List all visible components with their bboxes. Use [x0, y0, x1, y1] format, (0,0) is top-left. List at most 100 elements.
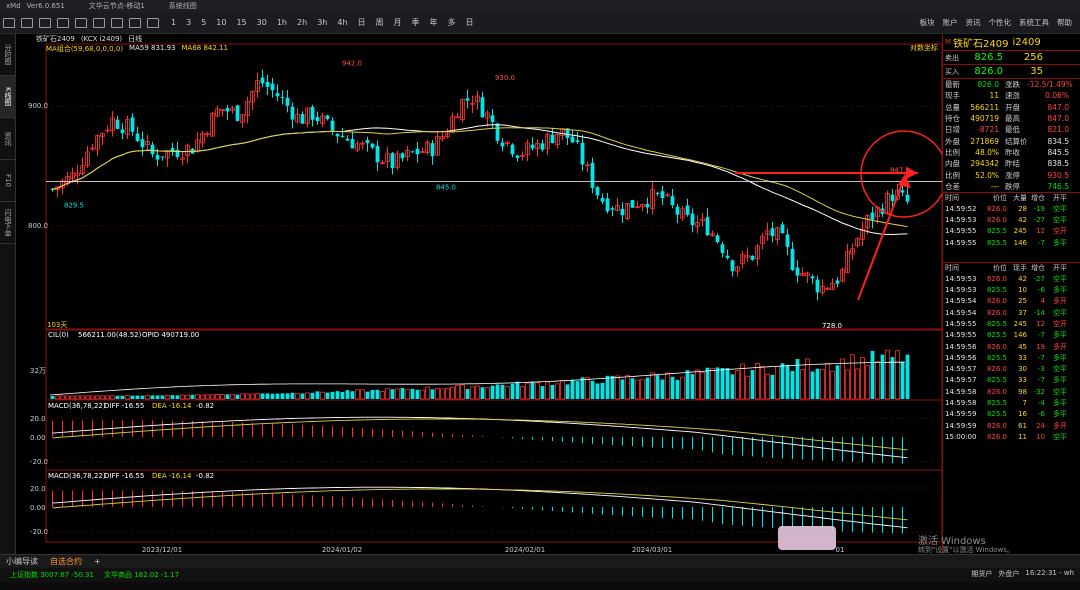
volume-bar	[670, 376, 675, 399]
tick-cell: 16	[1018, 410, 1027, 419]
candle	[140, 139, 145, 148]
tick-cell: 14:59:55	[945, 227, 977, 236]
date-axis-label: 01	[836, 546, 845, 554]
tick-row: 14:59:56 826.0 45 19 多开	[943, 341, 1080, 352]
bid-row[interactable]: 买入 826.0 35	[943, 64, 1080, 78]
candle	[275, 93, 280, 97]
candle	[570, 136, 575, 143]
tab-watchlist[interactable]: 自选合约	[44, 556, 88, 567]
volume-bar	[635, 379, 640, 400]
candle	[645, 204, 650, 208]
tick-cell: 826.0	[986, 387, 1007, 396]
status-bar: 上证指数 3007.87 -50.31 文华商品 182.02 -1.17	[0, 568, 1080, 582]
date-axis-label: 2023/12/01	[142, 546, 182, 554]
volume-bar	[355, 389, 360, 400]
candle	[285, 97, 290, 106]
index-wenhua: 文华商品 182.02 -1.17	[103, 571, 180, 579]
tick-cell: 42	[1018, 215, 1027, 224]
ask-row[interactable]: 卖出 826.5 256	[943, 50, 1080, 64]
volume-bar	[865, 364, 870, 400]
stat-value: 566211	[970, 102, 999, 112]
quote-panel: M 铁矿石2409 i2409 卖出 826.5 256 买入 826.0 35…	[942, 34, 1080, 554]
tick-cell: 14:59:53	[945, 286, 977, 295]
volume-bar	[235, 394, 240, 399]
volume-bar	[580, 377, 585, 399]
tick-cell: 14:59:55	[945, 331, 977, 340]
volume-bar	[690, 374, 695, 399]
volume-bar	[885, 350, 890, 400]
volume-bar	[555, 383, 560, 400]
volume-bar	[720, 367, 725, 399]
candle	[795, 267, 800, 276]
tick-cell: 10	[1018, 286, 1027, 295]
volume-bar	[205, 394, 210, 400]
tick-row: 14:59:55 825.5 245 12 空开	[943, 318, 1080, 329]
futures-account-button[interactable]: 期货户	[971, 569, 992, 579]
clock: 16:22:31 - wh	[1025, 569, 1074, 577]
tick-col-header: 时间	[945, 193, 959, 202]
volume-bar	[880, 354, 885, 399]
candle	[780, 224, 785, 234]
tick-cell: 12	[1036, 319, 1045, 328]
stat-label: 内盘	[945, 159, 960, 169]
volume-bar	[465, 388, 470, 399]
tick-cell: 826.0	[986, 204, 1007, 213]
volume-bar	[135, 395, 140, 399]
candle	[315, 117, 320, 122]
volume-bar	[595, 383, 600, 399]
volume-bar	[100, 395, 105, 400]
macd-axis-label: 20.0	[30, 415, 46, 423]
candle	[130, 117, 135, 132]
tick-cell: 826.0	[986, 274, 1007, 283]
volume-bar	[505, 386, 510, 400]
candle	[330, 120, 335, 131]
candle	[120, 129, 125, 134]
kline-chart[interactable]: 900.0 800.0 对数坐标 942.0 930.0 845.0 829.5 728.0 8…	[0, 0, 1080, 590]
trend-arrow	[857, 175, 906, 301]
macd-axis-label: -20.0	[30, 458, 48, 466]
tick-cell: 15:00:00	[945, 432, 977, 441]
tick-cell: 30	[1018, 365, 1027, 374]
candle	[465, 98, 470, 101]
candle	[490, 115, 495, 122]
price-axis-label: 800.0	[28, 222, 48, 230]
tab-editor-guide[interactable]: 小编导读	[0, 556, 44, 567]
volume-bar	[195, 394, 200, 400]
stat-label: 最新	[945, 80, 960, 90]
stat-label: 比例	[945, 147, 960, 157]
tick-col-header: 开平	[1053, 264, 1067, 273]
volume-bar	[770, 374, 775, 399]
tick-col-header: 价位	[993, 264, 1007, 273]
volume-bar	[605, 375, 610, 399]
candle	[890, 194, 895, 201]
tick-cell: -19	[1033, 204, 1045, 213]
candle	[590, 162, 595, 188]
quote-stat-row: 仓差 --- 跌停 746.5	[943, 181, 1080, 192]
volume-bar	[600, 382, 605, 399]
tick-cell: 14:59:56	[945, 353, 977, 362]
volume-bar	[315, 391, 320, 399]
volume-bar	[215, 394, 220, 400]
tab-add[interactable]: +	[88, 557, 107, 566]
tick-cell: 28	[1018, 204, 1027, 213]
volume-bar	[130, 395, 135, 399]
volume-bar	[80, 395, 85, 400]
volume-bar	[435, 388, 440, 400]
tick-cell: 61	[1018, 421, 1027, 430]
tick-cell: 245	[1013, 319, 1027, 328]
volume-bar	[455, 384, 460, 400]
volume-bar	[630, 378, 635, 399]
tick-col-header: 价位	[993, 193, 1007, 202]
candle	[480, 97, 485, 118]
price-annotation: 942.0	[342, 60, 362, 68]
tick-table-top: 时间 价位 大量 增仓 开平 14:59:52 826.0 28 -19 空平 14:59:53 82…	[943, 191, 1080, 248]
volume-bar	[560, 380, 565, 400]
stat-label: 最低	[1005, 125, 1020, 135]
tick-cell: 14:59:59	[945, 410, 977, 419]
volume-bar	[75, 395, 80, 400]
volume-bar	[285, 393, 290, 399]
overseas-account-button[interactable]: 外盘户	[998, 569, 1019, 579]
volume-bar	[380, 391, 385, 400]
candle	[280, 97, 285, 99]
candle	[500, 142, 505, 147]
